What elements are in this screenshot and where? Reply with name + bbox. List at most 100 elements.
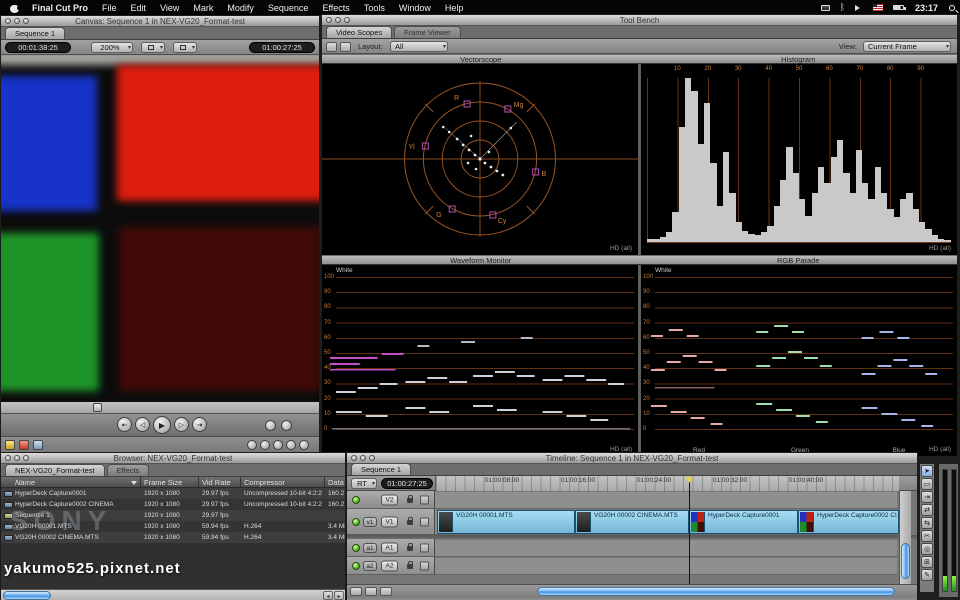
track-dest-a1[interactable]: A1 (381, 542, 398, 553)
canvas-tab-sequence[interactable]: Sequence 1 (5, 27, 65, 39)
canvas-titlebar[interactable]: Canvas: Sequence 1 in NEX-VG20_Format-te… (1, 16, 319, 27)
track-dest-a2[interactable]: A2 (381, 560, 398, 571)
track-audible-icon[interactable] (352, 562, 360, 570)
timeline-current-timecode[interactable]: 01:00:27:25 (381, 478, 433, 489)
timeline-vertical-scrollbar[interactable] (899, 491, 911, 584)
timeline-clip[interactable]: VG20H 00001.MTS (437, 510, 575, 534)
auto-select-toggle[interactable] (420, 495, 429, 504)
browser-row[interactable]: HyperDeck Capture00011920 x 1080 29.97 f… (1, 488, 345, 499)
scrubber-handle[interactable] (93, 403, 102, 412)
tab-video-scopes[interactable]: Video Scopes (326, 26, 392, 38)
menu-edit[interactable]: Edit (124, 3, 154, 13)
insert-edit-button[interactable] (247, 440, 257, 450)
column-compressor[interactable]: Compressor (241, 477, 325, 487)
tool-track-select-button[interactable]: ⇥ (921, 491, 933, 503)
browser-row[interactable]: Sequence 11920 x 1080 29.97 fps (1, 510, 345, 521)
tool-selection-button[interactable]: ➤ (921, 465, 933, 477)
input-language-flag-icon[interactable] (868, 4, 888, 11)
playhead[interactable] (689, 477, 690, 584)
auto-select-toggle[interactable] (420, 517, 429, 526)
timeline-titlebar[interactable]: Timeline: Sequence 1 in NEX-VG20_Format-… (347, 453, 917, 464)
track-content-v1[interactable]: VG20H 00001.MTS VG20H 00002 CINEMA.MTS H… (435, 509, 897, 535)
scrollbar-thumb[interactable] (901, 543, 910, 579)
canvas-overlay-popup[interactable] (173, 42, 197, 53)
bluetooth-icon[interactable]: ᛒ (835, 3, 850, 13)
column-frame-size[interactable]: Frame Size (141, 477, 199, 487)
menu-tools[interactable]: Tools (357, 3, 392, 13)
zoom-icon[interactable] (23, 455, 29, 461)
browser-horizontal-scrollbar[interactable]: ◂ ▸ (1, 589, 345, 600)
menu-window[interactable]: Window (392, 3, 438, 13)
auto-select-toggle[interactable] (420, 543, 429, 552)
apple-menu-icon[interactable] (0, 3, 25, 13)
timeline-clip[interactable]: HyperDeck Capture0001 (689, 510, 798, 534)
keyframe-icon[interactable] (19, 440, 29, 450)
browser-row[interactable]: VG20H 00002 CINEMA.MTS1920 x 1080 59.94 … (1, 532, 345, 543)
spotlight-icon[interactable] (944, 5, 960, 11)
timeline-clip[interactable]: HyperDeck Capture0002 CINEMA (798, 510, 899, 534)
tool-crop-button[interactable]: ⊞ (921, 556, 933, 568)
menu-help[interactable]: Help (438, 3, 471, 13)
canvas-current-timecode[interactable]: 01:00:27:25 (249, 42, 315, 53)
scope-option-icon[interactable] (326, 42, 337, 52)
close-icon[interactable] (5, 455, 11, 461)
lock-icon[interactable] (407, 564, 413, 569)
tool-razor-button[interactable]: ✂ (921, 530, 933, 542)
close-icon[interactable] (5, 18, 11, 24)
track-dest-v2[interactable]: V2 (381, 494, 398, 505)
auto-select-toggle[interactable] (420, 561, 429, 570)
track-source-a1[interactable]: a1 (363, 543, 377, 553)
timeline-horizontal-scrollbar[interactable] (537, 587, 895, 596)
zoom-icon[interactable] (344, 17, 350, 23)
scroll-right-icon[interactable]: ▸ (334, 591, 344, 600)
column-vid-rate[interactable]: Vid Rate (199, 477, 241, 487)
column-name[interactable]: Name (1, 477, 141, 487)
track-audible-icon[interactable] (352, 544, 360, 552)
timeline-ruler[interactable]: 01:00:08:00 01:00:16:00 01:00:24:00 01:0… (435, 476, 899, 491)
tool-roll-button[interactable]: ⇄ (921, 504, 933, 516)
tool-edit-selection-button[interactable]: ▭ (921, 478, 933, 490)
timeline-clip[interactable]: VG20H 00002 CINEMA.MTS (575, 510, 689, 534)
filmstrip-icon[interactable] (33, 440, 43, 450)
tab-frame-viewer[interactable]: Frame Viewer (394, 26, 461, 38)
browser-row[interactable]: HyperDeck Capture0002 CINEMA1920 x 1080 … (1, 499, 345, 510)
canvas-scrubber[interactable] (1, 402, 319, 414)
zoom-icon[interactable] (369, 455, 375, 461)
volume-icon[interactable] (850, 5, 868, 11)
superimpose-button[interactable] (299, 440, 309, 450)
scope-option-icon[interactable] (340, 42, 351, 52)
tool-bench-titlebar[interactable]: Tool Bench (322, 15, 957, 26)
menu-sequence[interactable]: Sequence (261, 3, 316, 13)
go-to-out-button[interactable]: ⇥ (192, 417, 207, 432)
menu-app-name[interactable]: Final Cut Pro (25, 3, 95, 13)
browser-row[interactable]: VG20H 00001.MTS1920 x 1080 59.94 fpsH.26… (1, 521, 345, 532)
play-in-to-out-button[interactable]: ◁ (135, 417, 150, 432)
tool-pen-button[interactable]: ✎ (921, 569, 933, 581)
canvas-zoom-popup[interactable]: 200% (91, 42, 133, 53)
track-content-a1[interactable] (435, 539, 897, 557)
replace-edit-button[interactable] (273, 440, 283, 450)
track-source-a2[interactable]: a2 (363, 561, 377, 571)
view-popup[interactable]: Current Frame (863, 41, 951, 52)
canvas-view-popup[interactable] (141, 42, 165, 53)
rt-popup[interactable]: RT (351, 478, 377, 489)
track-content-a2[interactable] (435, 557, 897, 575)
go-to-in-button[interactable]: ⇤ (117, 417, 132, 432)
fit-to-fill-button[interactable] (286, 440, 296, 450)
menu-modify[interactable]: Modify (220, 3, 261, 13)
menu-clock[interactable]: 23:17 (909, 3, 944, 13)
minimize-icon[interactable] (14, 455, 20, 461)
track-dest-v1[interactable]: V1 (381, 516, 398, 527)
menu-effects[interactable]: Effects (315, 3, 356, 13)
lock-icon[interactable] (407, 498, 413, 503)
tool-slip-button[interactable]: ⇆ (921, 517, 933, 529)
column-data-rate[interactable]: Data Rate (325, 477, 345, 487)
track-visibility-icon[interactable] (352, 496, 360, 504)
tab-effects[interactable]: Effects (107, 464, 150, 476)
overwrite-edit-button[interactable] (260, 440, 270, 450)
battery-icon[interactable] (888, 5, 909, 10)
layout-popup[interactable]: All (390, 41, 448, 52)
track-content-v2[interactable] (435, 491, 897, 509)
timeline-tab-sequence[interactable]: Sequence 1 (351, 463, 411, 475)
close-icon[interactable] (326, 17, 332, 23)
